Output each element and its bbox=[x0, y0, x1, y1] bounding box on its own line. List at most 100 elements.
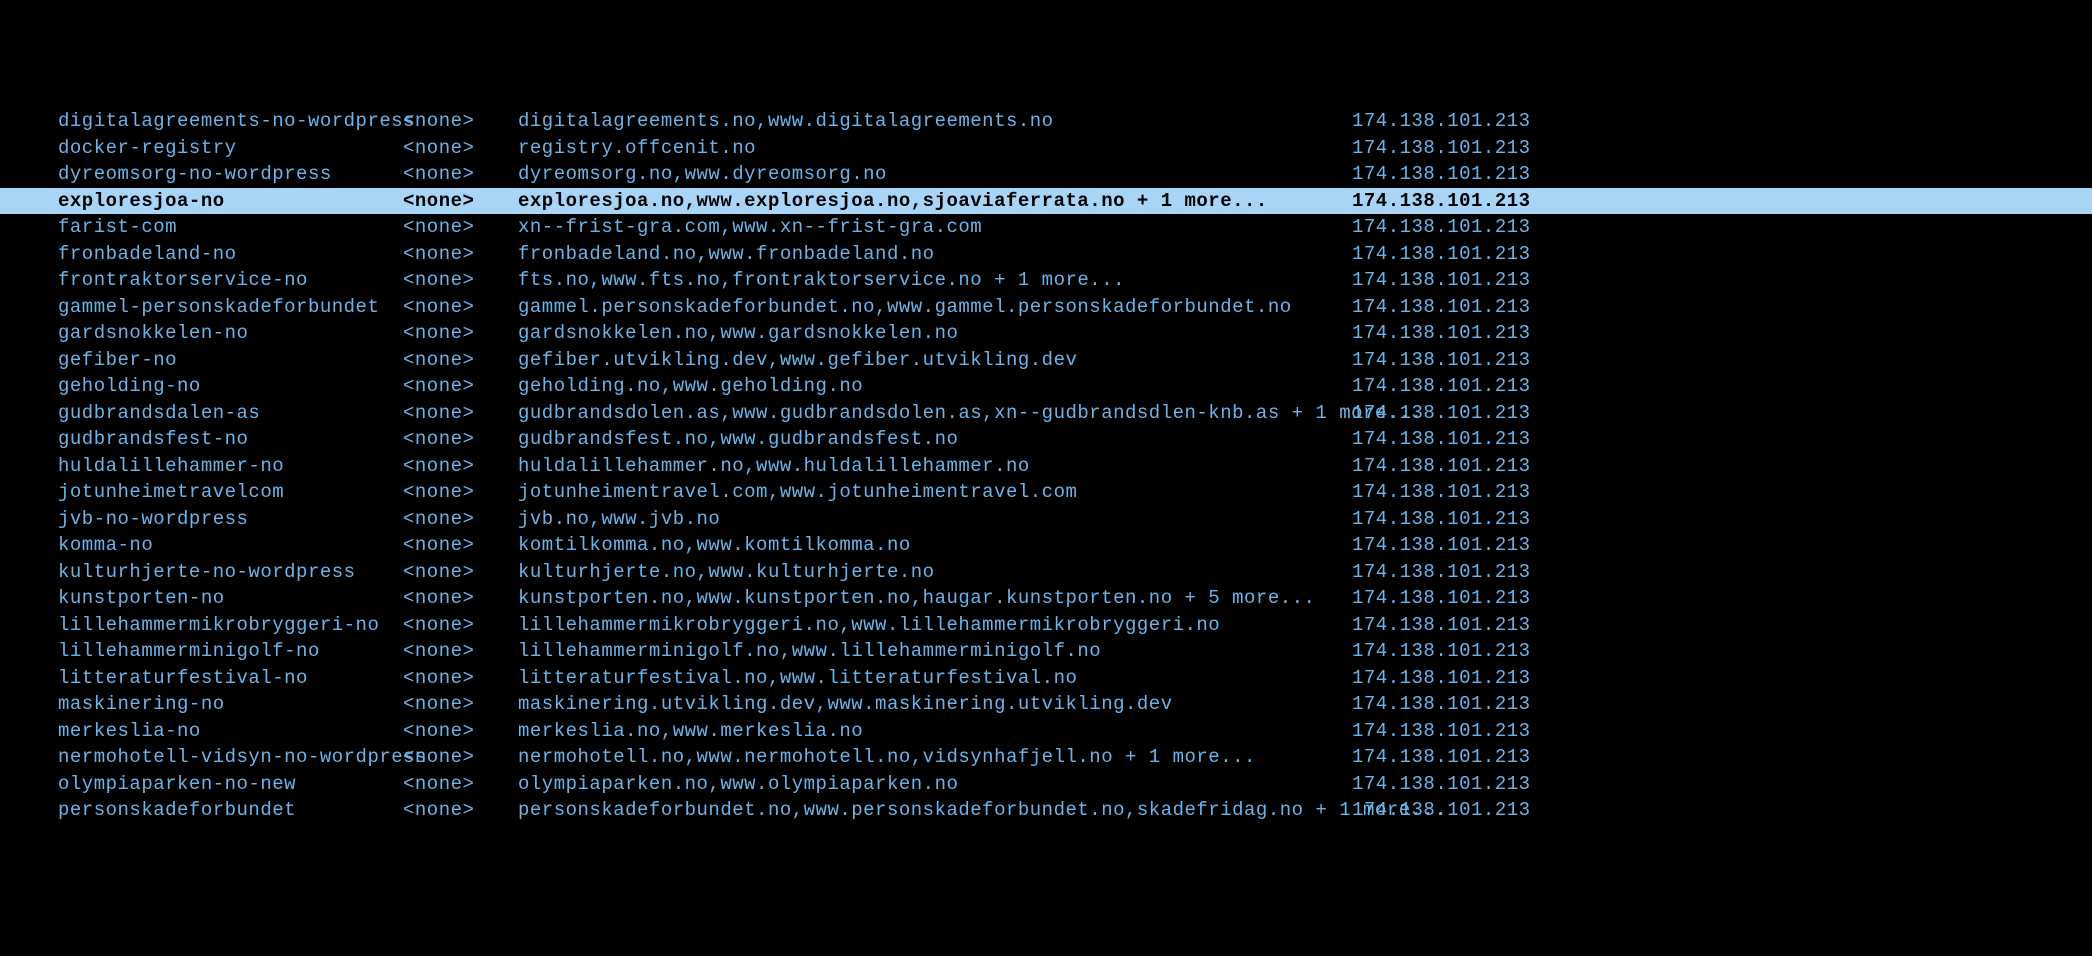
table-row[interactable]: digitalagreements-no-wordpress<none>digi… bbox=[58, 108, 2092, 135]
app-name-cell: exploresjoa-no bbox=[58, 188, 403, 215]
app-name-cell: lillehammermikrobryggeri-no bbox=[58, 612, 403, 639]
domains-cell: komtilkomma.no,www.komtilkomma.no bbox=[518, 532, 1352, 559]
table-row[interactable]: frontraktorservice-no<none>fts.no,www.ft… bbox=[58, 267, 2092, 294]
app-name-cell: gammel-personskadeforbundet bbox=[58, 294, 403, 321]
app-name-cell: farist-com bbox=[58, 214, 403, 241]
app-name-cell: gudbrandsfest-no bbox=[58, 426, 403, 453]
table-row[interactable]: jvb-no-wordpress<none>jvb.no,www.jvb.no1… bbox=[58, 506, 2092, 533]
table-row[interactable]: gardsnokkelen-no<none>gardsnokkelen.no,w… bbox=[58, 320, 2092, 347]
domains-cell: lillehammerminigolf.no,www.lillehammermi… bbox=[518, 638, 1352, 665]
table-row[interactable]: maskinering-no<none>maskinering.utviklin… bbox=[58, 691, 2092, 718]
domains-cell: kulturhjerte.no,www.kulturhjerte.no bbox=[518, 559, 1352, 586]
type-cell: <none> bbox=[403, 294, 518, 321]
ip-cell: 174.138.101.213 bbox=[1352, 135, 1531, 162]
table-row[interactable]: huldalillehammer-no<none>huldalillehamme… bbox=[58, 453, 2092, 480]
domains-cell: xn--frist-gra.com,www.xn--frist-gra.com bbox=[518, 214, 1352, 241]
type-cell: <none> bbox=[403, 506, 518, 533]
domains-cell: olympiaparken.no,www.olympiaparken.no bbox=[518, 771, 1352, 798]
ip-cell: 174.138.101.213 bbox=[1352, 638, 1531, 665]
app-name-cell: gardsnokkelen-no bbox=[58, 320, 403, 347]
type-cell: <none> bbox=[403, 718, 518, 745]
domains-cell: jvb.no,www.jvb.no bbox=[518, 506, 1352, 533]
table-row[interactable]: nermohotell-vidsyn-no-wordpress<none>ner… bbox=[58, 744, 2092, 771]
table-row[interactable]: dyreomsorg-no-wordpress<none>dyreomsorg.… bbox=[58, 161, 2092, 188]
domains-cell: dyreomsorg.no,www.dyreomsorg.no bbox=[518, 161, 1352, 188]
table-row[interactable]: gammel-personskadeforbundet<none>gammel.… bbox=[58, 294, 2092, 321]
table-row[interactable]: gudbrandsdalen-as<none>gudbrandsdolen.as… bbox=[58, 400, 2092, 427]
ip-cell: 174.138.101.213 bbox=[1352, 267, 1531, 294]
app-name-cell: docker-registry bbox=[58, 135, 403, 162]
type-cell: <none> bbox=[403, 188, 518, 215]
domains-cell: gudbrandsfest.no,www.gudbrandsfest.no bbox=[518, 426, 1352, 453]
app-name-cell: komma-no bbox=[58, 532, 403, 559]
ip-cell: 174.138.101.213 bbox=[1352, 400, 1531, 427]
domains-cell: fts.no,www.fts.no,frontraktorservice.no … bbox=[518, 267, 1352, 294]
app-name-cell: gudbrandsdalen-as bbox=[58, 400, 403, 427]
terminal-output[interactable]: digitalagreements-no-wordpress<none>digi… bbox=[0, 106, 2092, 824]
type-cell: <none> bbox=[403, 559, 518, 586]
type-cell: <none> bbox=[403, 161, 518, 188]
app-name-cell: nermohotell-vidsyn-no-wordpress bbox=[58, 744, 403, 771]
app-name-cell: jotunheimetravelcom bbox=[58, 479, 403, 506]
app-name-cell: maskinering-no bbox=[58, 691, 403, 718]
table-row[interactable]: lillehammermikrobryggeri-no<none>lilleha… bbox=[58, 612, 2092, 639]
ip-cell: 174.138.101.213 bbox=[1352, 665, 1531, 692]
domains-cell: digitalagreements.no,www.digitalagreemen… bbox=[518, 108, 1352, 135]
app-name-cell: kulturhjerte-no-wordpress bbox=[58, 559, 403, 586]
ip-cell: 174.138.101.213 bbox=[1352, 559, 1531, 586]
ip-cell: 174.138.101.213 bbox=[1352, 506, 1531, 533]
app-name-cell: fronbadeland-no bbox=[58, 241, 403, 268]
app-name-cell: frontraktorservice-no bbox=[58, 267, 403, 294]
domains-cell: registry.offcenit.no bbox=[518, 135, 1352, 162]
type-cell: <none> bbox=[403, 426, 518, 453]
ip-cell: 174.138.101.213 bbox=[1352, 347, 1531, 374]
table-row[interactable]: kulturhjerte-no-wordpress<none>kulturhje… bbox=[58, 559, 2092, 586]
domains-cell: gefiber.utvikling.dev,www.gefiber.utvikl… bbox=[518, 347, 1352, 374]
table-row[interactable]: gudbrandsfest-no<none>gudbrandsfest.no,w… bbox=[58, 426, 2092, 453]
type-cell: <none> bbox=[403, 612, 518, 639]
domains-cell: gardsnokkelen.no,www.gardsnokkelen.no bbox=[518, 320, 1352, 347]
table-row[interactable]: merkeslia-no<none>merkeslia.no,www.merke… bbox=[58, 718, 2092, 745]
app-name-cell: litteraturfestival-no bbox=[58, 665, 403, 692]
table-row[interactable]: litteraturfestival-no<none>litteraturfes… bbox=[58, 665, 2092, 692]
type-cell: <none> bbox=[403, 241, 518, 268]
app-name-cell: olympiaparken-no-new bbox=[58, 771, 403, 798]
table-row[interactable]: geholding-no<none>geholding.no,www.gehol… bbox=[58, 373, 2092, 400]
type-cell: <none> bbox=[403, 108, 518, 135]
table-row[interactable]: kunstporten-no<none>kunstporten.no,www.k… bbox=[58, 585, 2092, 612]
ip-cell: 174.138.101.213 bbox=[1352, 426, 1531, 453]
table-row[interactable]: jotunheimetravelcom<none>jotunheimentrav… bbox=[58, 479, 2092, 506]
table-row[interactable]: exploresjoa-no<none>exploresjoa.no,www.e… bbox=[0, 188, 2092, 215]
table-row[interactable]: lillehammerminigolf-no<none>lillehammerm… bbox=[58, 638, 2092, 665]
table-row[interactable]: olympiaparken-no-new<none>olympiaparken.… bbox=[58, 771, 2092, 798]
type-cell: <none> bbox=[403, 744, 518, 771]
ip-cell: 174.138.101.213 bbox=[1352, 612, 1531, 639]
ip-cell: 174.138.101.213 bbox=[1352, 320, 1531, 347]
type-cell: <none> bbox=[403, 400, 518, 427]
type-cell: <none> bbox=[403, 691, 518, 718]
type-cell: <none> bbox=[403, 771, 518, 798]
app-name-cell: jvb-no-wordpress bbox=[58, 506, 403, 533]
ip-cell: 174.138.101.213 bbox=[1352, 241, 1531, 268]
ip-cell: 174.138.101.213 bbox=[1352, 691, 1531, 718]
domains-cell: lillehammermikrobryggeri.no,www.lilleham… bbox=[518, 612, 1352, 639]
ip-cell: 174.138.101.213 bbox=[1352, 585, 1531, 612]
domains-cell: jotunheimentravel.com,www.jotunheimentra… bbox=[518, 479, 1352, 506]
table-row[interactable]: personskadeforbundet<none>personskadefor… bbox=[58, 797, 2092, 824]
app-name-cell: gefiber-no bbox=[58, 347, 403, 374]
app-name-cell: huldalillehammer-no bbox=[58, 453, 403, 480]
table-row[interactable]: fronbadeland-no<none>fronbadeland.no,www… bbox=[58, 241, 2092, 268]
domains-cell: gudbrandsdolen.as,www.gudbrandsdolen.as,… bbox=[518, 400, 1352, 427]
ip-cell: 174.138.101.213 bbox=[1352, 718, 1531, 745]
type-cell: <none> bbox=[403, 479, 518, 506]
table-row[interactable]: docker-registry<none>registry.offcenit.n… bbox=[58, 135, 2092, 162]
table-row[interactable]: farist-com<none>xn--frist-gra.com,www.xn… bbox=[58, 214, 2092, 241]
type-cell: <none> bbox=[403, 585, 518, 612]
domains-cell: fronbadeland.no,www.fronbadeland.no bbox=[518, 241, 1352, 268]
domains-cell: huldalillehammer.no,www.huldalillehammer… bbox=[518, 453, 1352, 480]
table-row[interactable]: komma-no<none>komtilkomma.no,www.komtilk… bbox=[58, 532, 2092, 559]
domains-cell: gammel.personskadeforbundet.no,www.gamme… bbox=[518, 294, 1352, 321]
app-name-cell: merkeslia-no bbox=[58, 718, 403, 745]
ip-cell: 174.138.101.213 bbox=[1352, 744, 1531, 771]
table-row[interactable]: gefiber-no<none>gefiber.utvikling.dev,ww… bbox=[58, 347, 2092, 374]
